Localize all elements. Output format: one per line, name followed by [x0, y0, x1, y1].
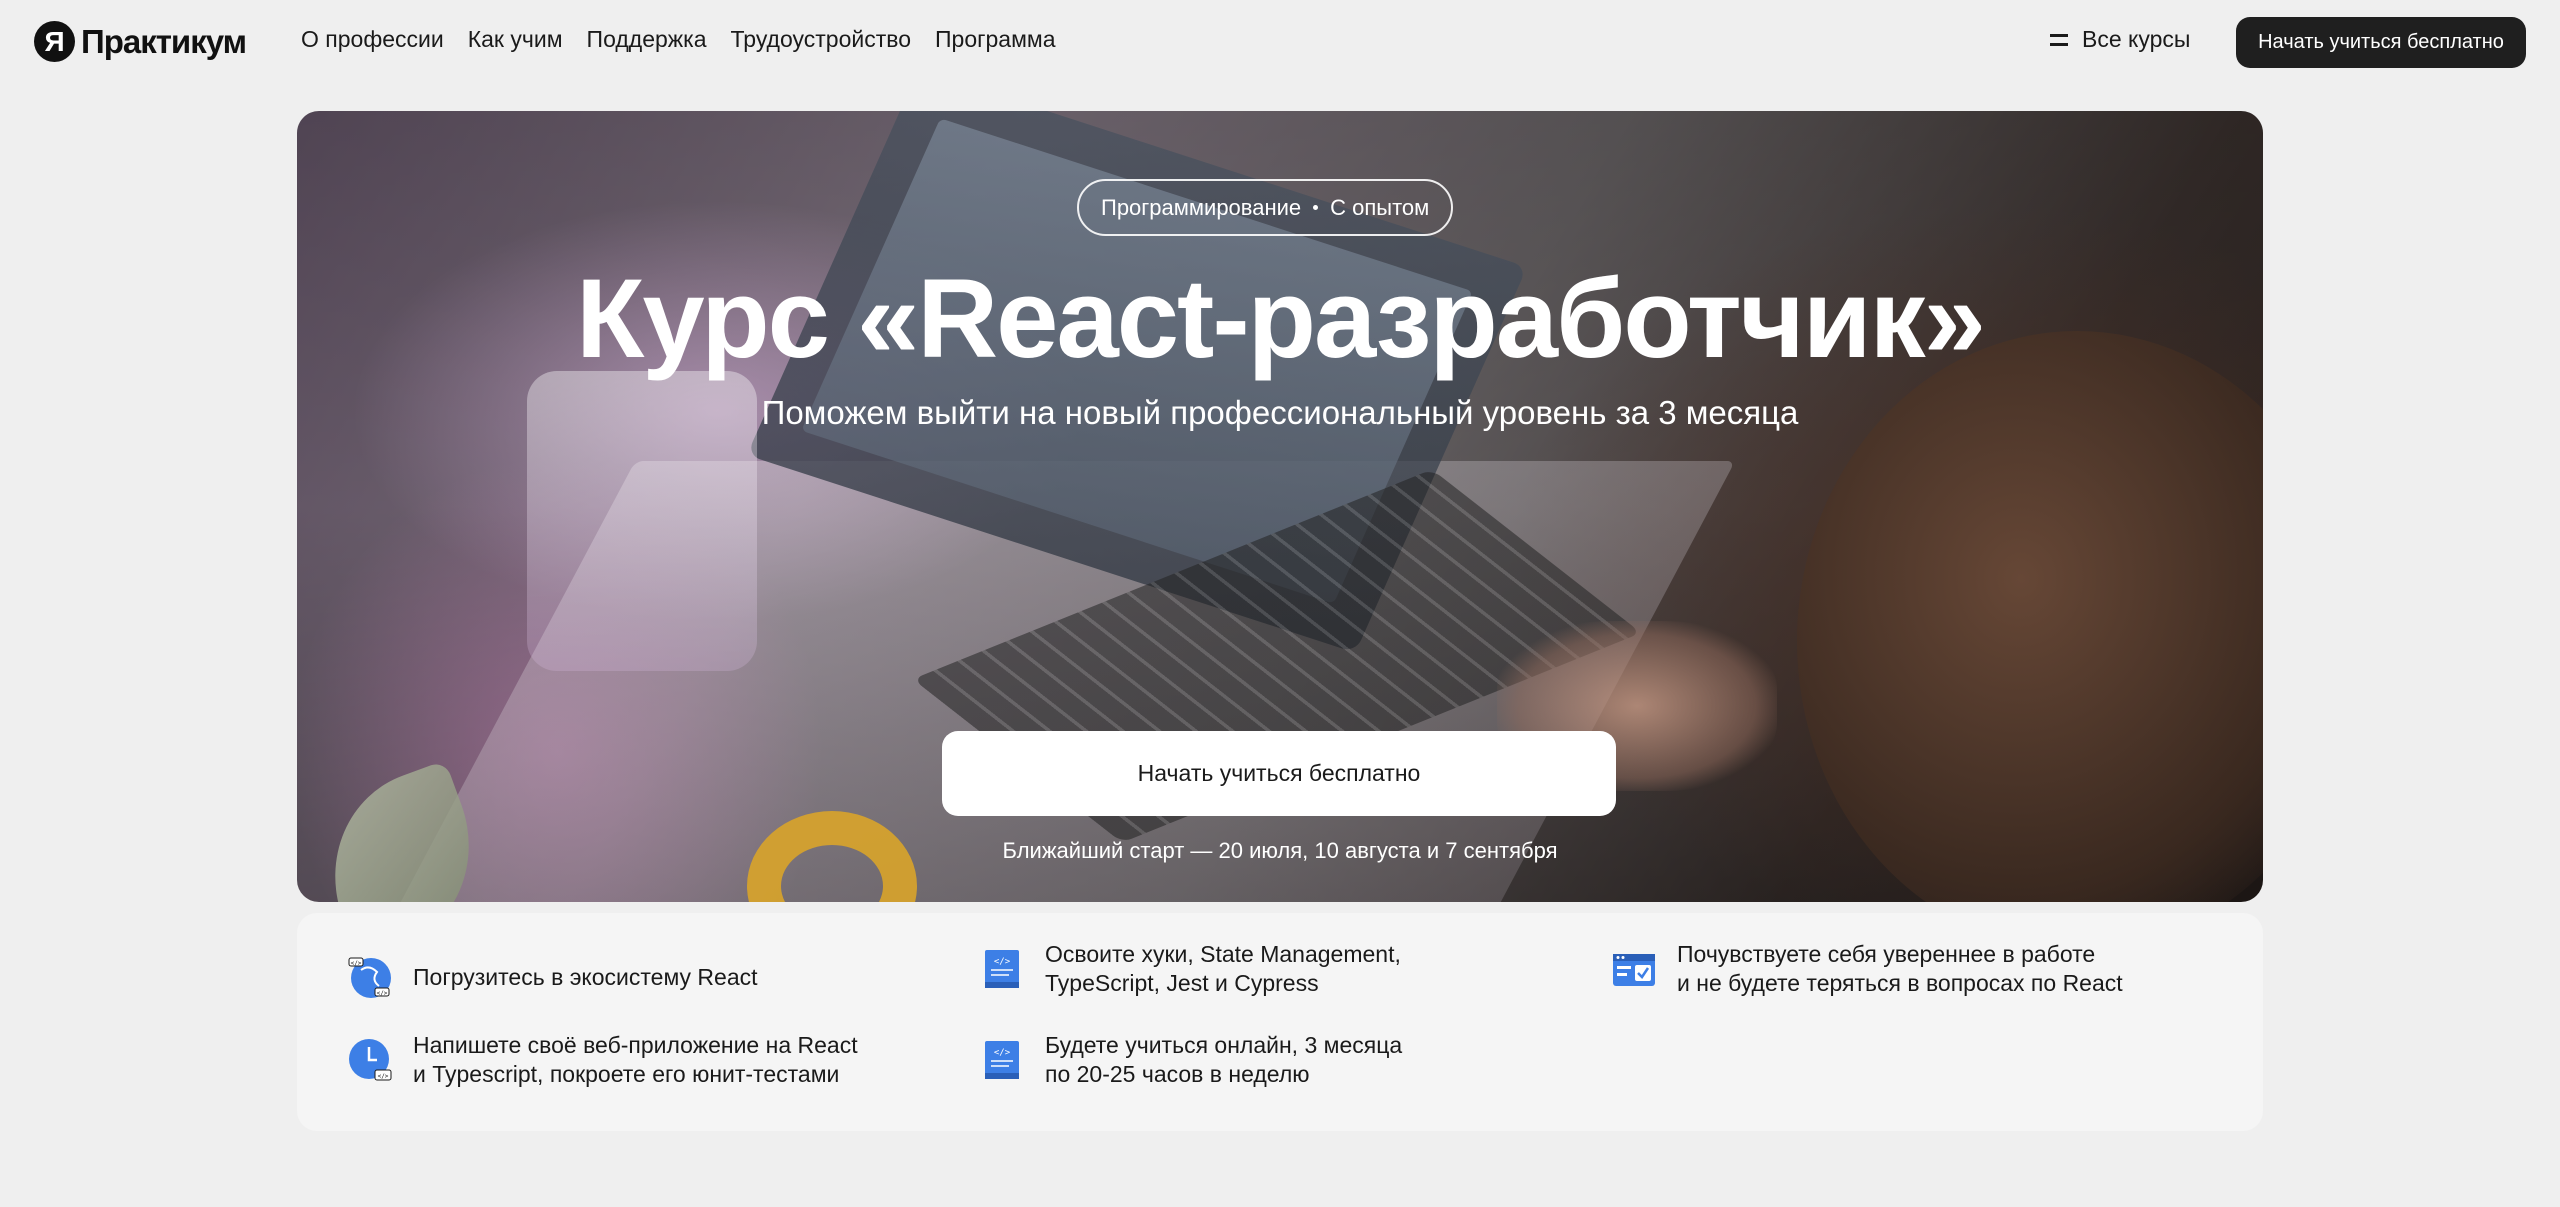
praktikum-logo[interactable]: Я Практикум: [34, 21, 247, 62]
main-nav: О профессии Как учим Поддержка Трудоустр…: [301, 26, 1056, 53]
svg-text:</>: </>: [994, 957, 1011, 967]
logo-text: Практикум: [81, 22, 247, 60]
react-ecosystem-icon: </> </>: [348, 957, 391, 998]
feature-item: Почувствуете себя увереннее в работе и н…: [1611, 940, 2123, 998]
start-dates: Ближайший старт — 20 июля, 10 августа и …: [1002, 838, 1558, 863]
hero-banner: Программирование С опытом Курс «React-ра…: [297, 111, 2263, 902]
code-book-icon: </>: [985, 1041, 1019, 1079]
feature-text: Почувствуете себя увереннее в работе и н…: [1677, 941, 2123, 996]
nav-item-employment[interactable]: Трудоустройство: [731, 26, 911, 53]
all-courses-label: Все курсы: [2082, 26, 2191, 52]
nav-item-how-we-teach[interactable]: Как учим: [468, 26, 563, 53]
svg-text:</>: </>: [378, 1073, 389, 1080]
menu-icon: [2050, 33, 2068, 46]
course-features: </> </> Погрузитесь в экосистему React <…: [297, 913, 2263, 1131]
feature-item: </> Освоите хуки, State Management, Type…: [979, 940, 1401, 998]
tag-category: Программирование: [1101, 194, 1302, 220]
site-header: Я Практикум О профессии Как учим Поддерж…: [0, 0, 2560, 84]
feature-item: </> </> Погрузитесь в экосистему React: [347, 954, 758, 1000]
feature-item: </> Напишете своё веб-приложение на Reac…: [347, 1031, 858, 1089]
feature-text: Напишете своё веб-приложение на React и …: [413, 1032, 858, 1087]
svg-text:</>: </>: [994, 1048, 1011, 1058]
tag-separator-dot: [1313, 205, 1319, 210]
nav-item-about-profession[interactable]: О профессии: [301, 26, 444, 53]
tag-level: С опытом: [1330, 194, 1430, 220]
browser-check-icon: [1613, 954, 1655, 986]
svg-text:</>: </>: [377, 990, 388, 997]
yandex-logo-icon: Я: [34, 21, 75, 62]
feature-text: Освоите хуки, State Management, TypeScri…: [1045, 941, 1401, 996]
feature-text: Будете учиться онлайн, 3 месяца по 20-25…: [1045, 1032, 1403, 1087]
code-book-icon: </>: [985, 950, 1019, 988]
course-subtitle: Поможем выйти на новый профессиональный …: [761, 394, 1799, 431]
start-free-header-button[interactable]: Начать учиться бесплатно: [2236, 17, 2526, 68]
feature-text: Погрузитесь в экосистему React: [413, 963, 758, 990]
all-courses-button[interactable]: Все курсы: [2050, 26, 2190, 53]
course-tags: Программирование С опытом: [1077, 179, 1454, 236]
clock-code-icon: </>: [349, 1039, 392, 1081]
feature-item: </> Будете учиться онлайн, 3 месяца по 2…: [979, 1031, 1402, 1089]
course-title: Курс «React-разработчик»: [576, 256, 1986, 381]
svg-text:</>: </>: [351, 960, 362, 967]
start-free-hero-button[interactable]: Начать учиться бесплатно: [942, 731, 1616, 816]
nav-item-support[interactable]: Поддержка: [587, 26, 707, 53]
nav-item-program[interactable]: Программа: [935, 26, 1056, 53]
